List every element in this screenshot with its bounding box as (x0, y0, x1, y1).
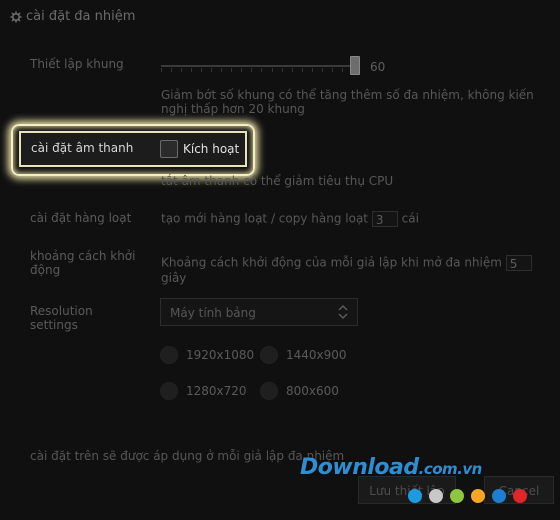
radio-1440[interactable]: 1440x900 (260, 346, 347, 364)
radio-button[interactable] (260, 346, 278, 364)
radio-800[interactable]: 800x600 (260, 382, 339, 400)
sound-hint: tắt âm thanh có thể giảm tiêu thụ CPU (161, 174, 394, 188)
watermark-logo: Download.com.vn (300, 455, 482, 480)
frame-value: 60 (370, 60, 386, 74)
frame-label: Thiết lập khung (30, 57, 124, 71)
watermark-dot (429, 489, 443, 503)
frame-slider-handle[interactable] (350, 56, 360, 75)
watermark-suffix: .com.vn (418, 460, 483, 478)
radio-button[interactable] (260, 382, 278, 400)
radio-1280[interactable]: 1280x720 (160, 382, 247, 400)
window-title: cài đặt đa nhiệm (10, 9, 135, 24)
interval-text: Khoảng cách khởi động của mỗi giả lập kh… (161, 255, 502, 270)
footer-note: cài đặt trên sẽ được áp dụng ở mỗi giả l… (30, 449, 345, 463)
gear-icon (10, 11, 22, 22)
batch-unit: cái (401, 211, 419, 226)
sound-checkbox-label[interactable]: Kích hoạt (183, 142, 239, 156)
watermark-dot (450, 489, 464, 503)
interval-seconds-input[interactable]: 5 (505, 255, 532, 271)
watermark-dot (513, 489, 527, 503)
interval-row: Khoảng cách khởi động của mỗi giả lập kh… (161, 255, 560, 285)
radio-button[interactable] (160, 382, 178, 400)
batch-count-input[interactable]: 3 (371, 211, 398, 227)
watermark-dot (408, 489, 422, 503)
watermark-dot (471, 489, 485, 503)
watermark-dots (408, 489, 527, 503)
sound-checkbox[interactable] (160, 140, 178, 158)
batch-row: tạo mới hàng loạt / copy hàng loạt 3 cái (161, 211, 419, 227)
resolution-select-value: Máy tính bảng (170, 306, 256, 320)
radio-1920[interactable]: 1920x1080 (160, 346, 254, 364)
radio-label: 1440x900 (286, 348, 347, 362)
watermark-text: Download (300, 455, 419, 480)
frame-hint: Giảm bớt số khung có thể tăng thêm số đa… (161, 88, 534, 116)
radio-button[interactable] (160, 346, 178, 364)
batch-label: cài đặt hàng loạt (30, 211, 132, 225)
updown-chevron-icon (338, 304, 348, 320)
resolution-label: Resolution settings (30, 304, 93, 332)
interval-unit: giây (161, 271, 187, 285)
batch-text: tạo mới hàng loạt / copy hàng loạt (161, 211, 368, 226)
frame-slider-ticks (161, 58, 353, 74)
radio-label: 1280x720 (186, 384, 247, 398)
interval-label: khoảng cách khởi động (30, 249, 136, 277)
radio-label: 800x600 (286, 384, 339, 398)
window-title-text: cài đặt đa nhiệm (26, 9, 136, 24)
radio-label: 1920x1080 (186, 348, 255, 362)
watermark-dot (492, 489, 506, 503)
sound-label: cài đặt âm thanh (31, 141, 134, 155)
